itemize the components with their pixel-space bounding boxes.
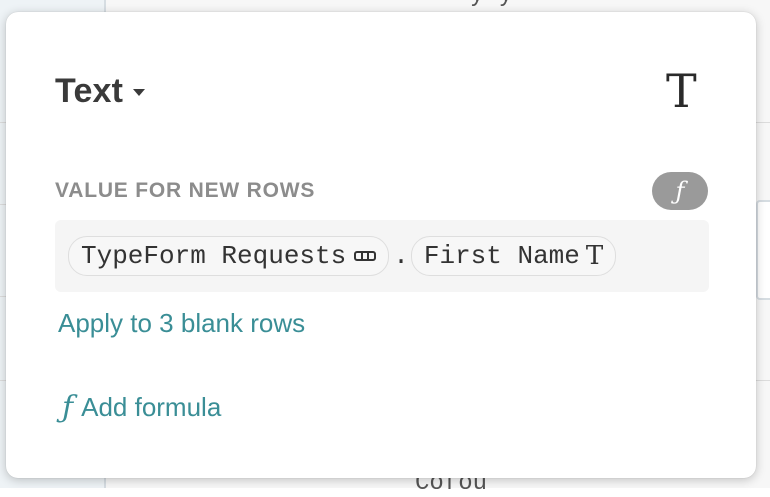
formula-editor[interactable]: TypeForm Requests . First Name T — [55, 220, 709, 292]
text-type-icon: T — [666, 64, 697, 118]
caret-down-icon — [133, 89, 146, 96]
function-icon: ƒ — [62, 390, 74, 425]
text-field-icon: T — [585, 241, 604, 271]
field-config-popover: Text T VALUE FOR NEW ROWS ƒ TypeForm Req… — [6, 12, 756, 478]
field-type-label: Text — [55, 72, 124, 110]
table-chip-label: TypeForm Requests — [81, 241, 347, 271]
field-reference-chip[interactable]: First Name T — [410, 236, 617, 276]
value-for-new-rows-label: VALUE FOR NEW ROWS — [55, 179, 316, 202]
table-reference-chip[interactable]: TypeForm Requests — [68, 236, 390, 276]
add-formula-button[interactable]: ƒ Add formula — [62, 390, 221, 425]
background-side-card — [756, 200, 770, 300]
field-type-selector[interactable]: Text — [55, 72, 146, 111]
formula-separator: . — [393, 241, 409, 271]
add-formula-label: Add formula — [81, 392, 222, 422]
background-cell-text: y y — [470, 0, 513, 9]
function-icon: ƒ — [675, 177, 685, 205]
field-chip-label: First Name — [423, 241, 580, 271]
table-icon — [354, 251, 377, 261]
apply-to-blank-rows-link[interactable]: Apply to 3 blank rows — [58, 308, 305, 339]
formula-toggle-button[interactable]: ƒ — [652, 172, 708, 210]
